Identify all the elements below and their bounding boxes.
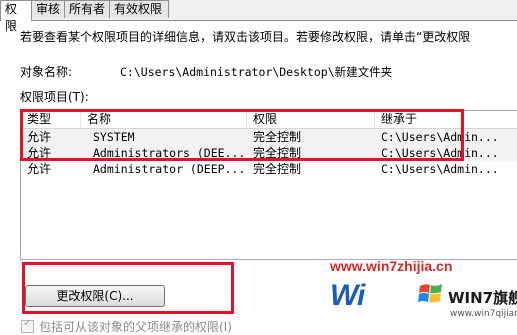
row-name: SYSTEM <box>93 130 135 144</box>
watermark-site: www.win7qijian.com <box>450 309 517 319</box>
row-name: Administrator (DEEP... <box>93 162 246 176</box>
inherit-permissions-option[interactable]: 包括可从该对象的父项继承的权限(I) <box>21 318 232 335</box>
tab-auditing[interactable]: 审核 <box>31 0 65 18</box>
tab-owner[interactable]: 所有者 <box>64 0 110 18</box>
row-name: Administrators (DEE... <box>93 146 246 160</box>
change-permissions-button[interactable]: 更改权限(C)... <box>25 285 165 307</box>
row-permission: 完全控制 <box>253 162 302 176</box>
row-inherited: C:\Users\Admin... <box>381 162 499 176</box>
tab-strip: 权限 审核 所有者 有效权限 <box>0 0 517 33</box>
object-name-label: 对象名称: <box>20 65 73 79</box>
inherit-checkbox-label: 包括可从该对象的父项继承的权限(I) <box>39 320 232 334</box>
row-permission: 完全控制 <box>253 146 302 160</box>
column-header-type[interactable]: 类型 <box>21 111 81 128</box>
row-permission: 完全控制 <box>253 130 302 144</box>
watermark-url: www.win7zhijia.cn <box>330 258 453 274</box>
windows-flag-icon <box>418 284 442 303</box>
permission-entries-list[interactable]: 类型 名称 权限 继承于 允许 SYSTEM 完全控制 C:\Users\Adm… <box>20 110 517 260</box>
permission-entries-label: 权限项目(T): <box>20 90 89 104</box>
watermark-logo: Wi WIN7旗舰版 www.win7qijian.com <box>330 275 517 334</box>
watermark-logo-text: Wi <box>330 279 365 312</box>
row-type: 允许 <box>27 130 52 144</box>
column-header-name[interactable]: 名称 <box>81 111 247 128</box>
row-type: 允许 <box>27 146 52 160</box>
instruction-text: 若要查看某个权限项目的详细信息，请双击该项目。若要修改权限，请单击“更改权限 <box>20 30 471 44</box>
inherit-checkbox[interactable] <box>21 318 34 333</box>
row-inherited: C:\Users\Admin... <box>381 146 499 160</box>
tab-permissions[interactable]: 权限 <box>0 0 32 33</box>
tab-effective-permissions[interactable]: 有效权限 <box>109 0 169 18</box>
object-name-value: C:\Users\Administrator\Desktop\新建文件夹 <box>120 65 393 79</box>
table-row[interactable]: 允许 Administrator (DEEP... 完全控制 C:\Users\… <box>21 161 517 177</box>
table-row[interactable]: 允许 Administrators (DEE... 完全控制 C:\Users\… <box>21 145 517 161</box>
list-header: 类型 名称 权限 继承于 <box>21 111 517 129</box>
row-inherited: C:\Users\Admin... <box>381 130 499 144</box>
table-row[interactable]: 允许 SYSTEM 完全控制 C:\Users\Admin... <box>21 129 517 145</box>
column-header-permission[interactable]: 权限 <box>247 111 375 128</box>
watermark-brand: WIN7旗舰版 <box>448 289 517 307</box>
column-header-inherited-from[interactable]: 继承于 <box>375 111 517 128</box>
row-type: 允许 <box>27 162 52 176</box>
